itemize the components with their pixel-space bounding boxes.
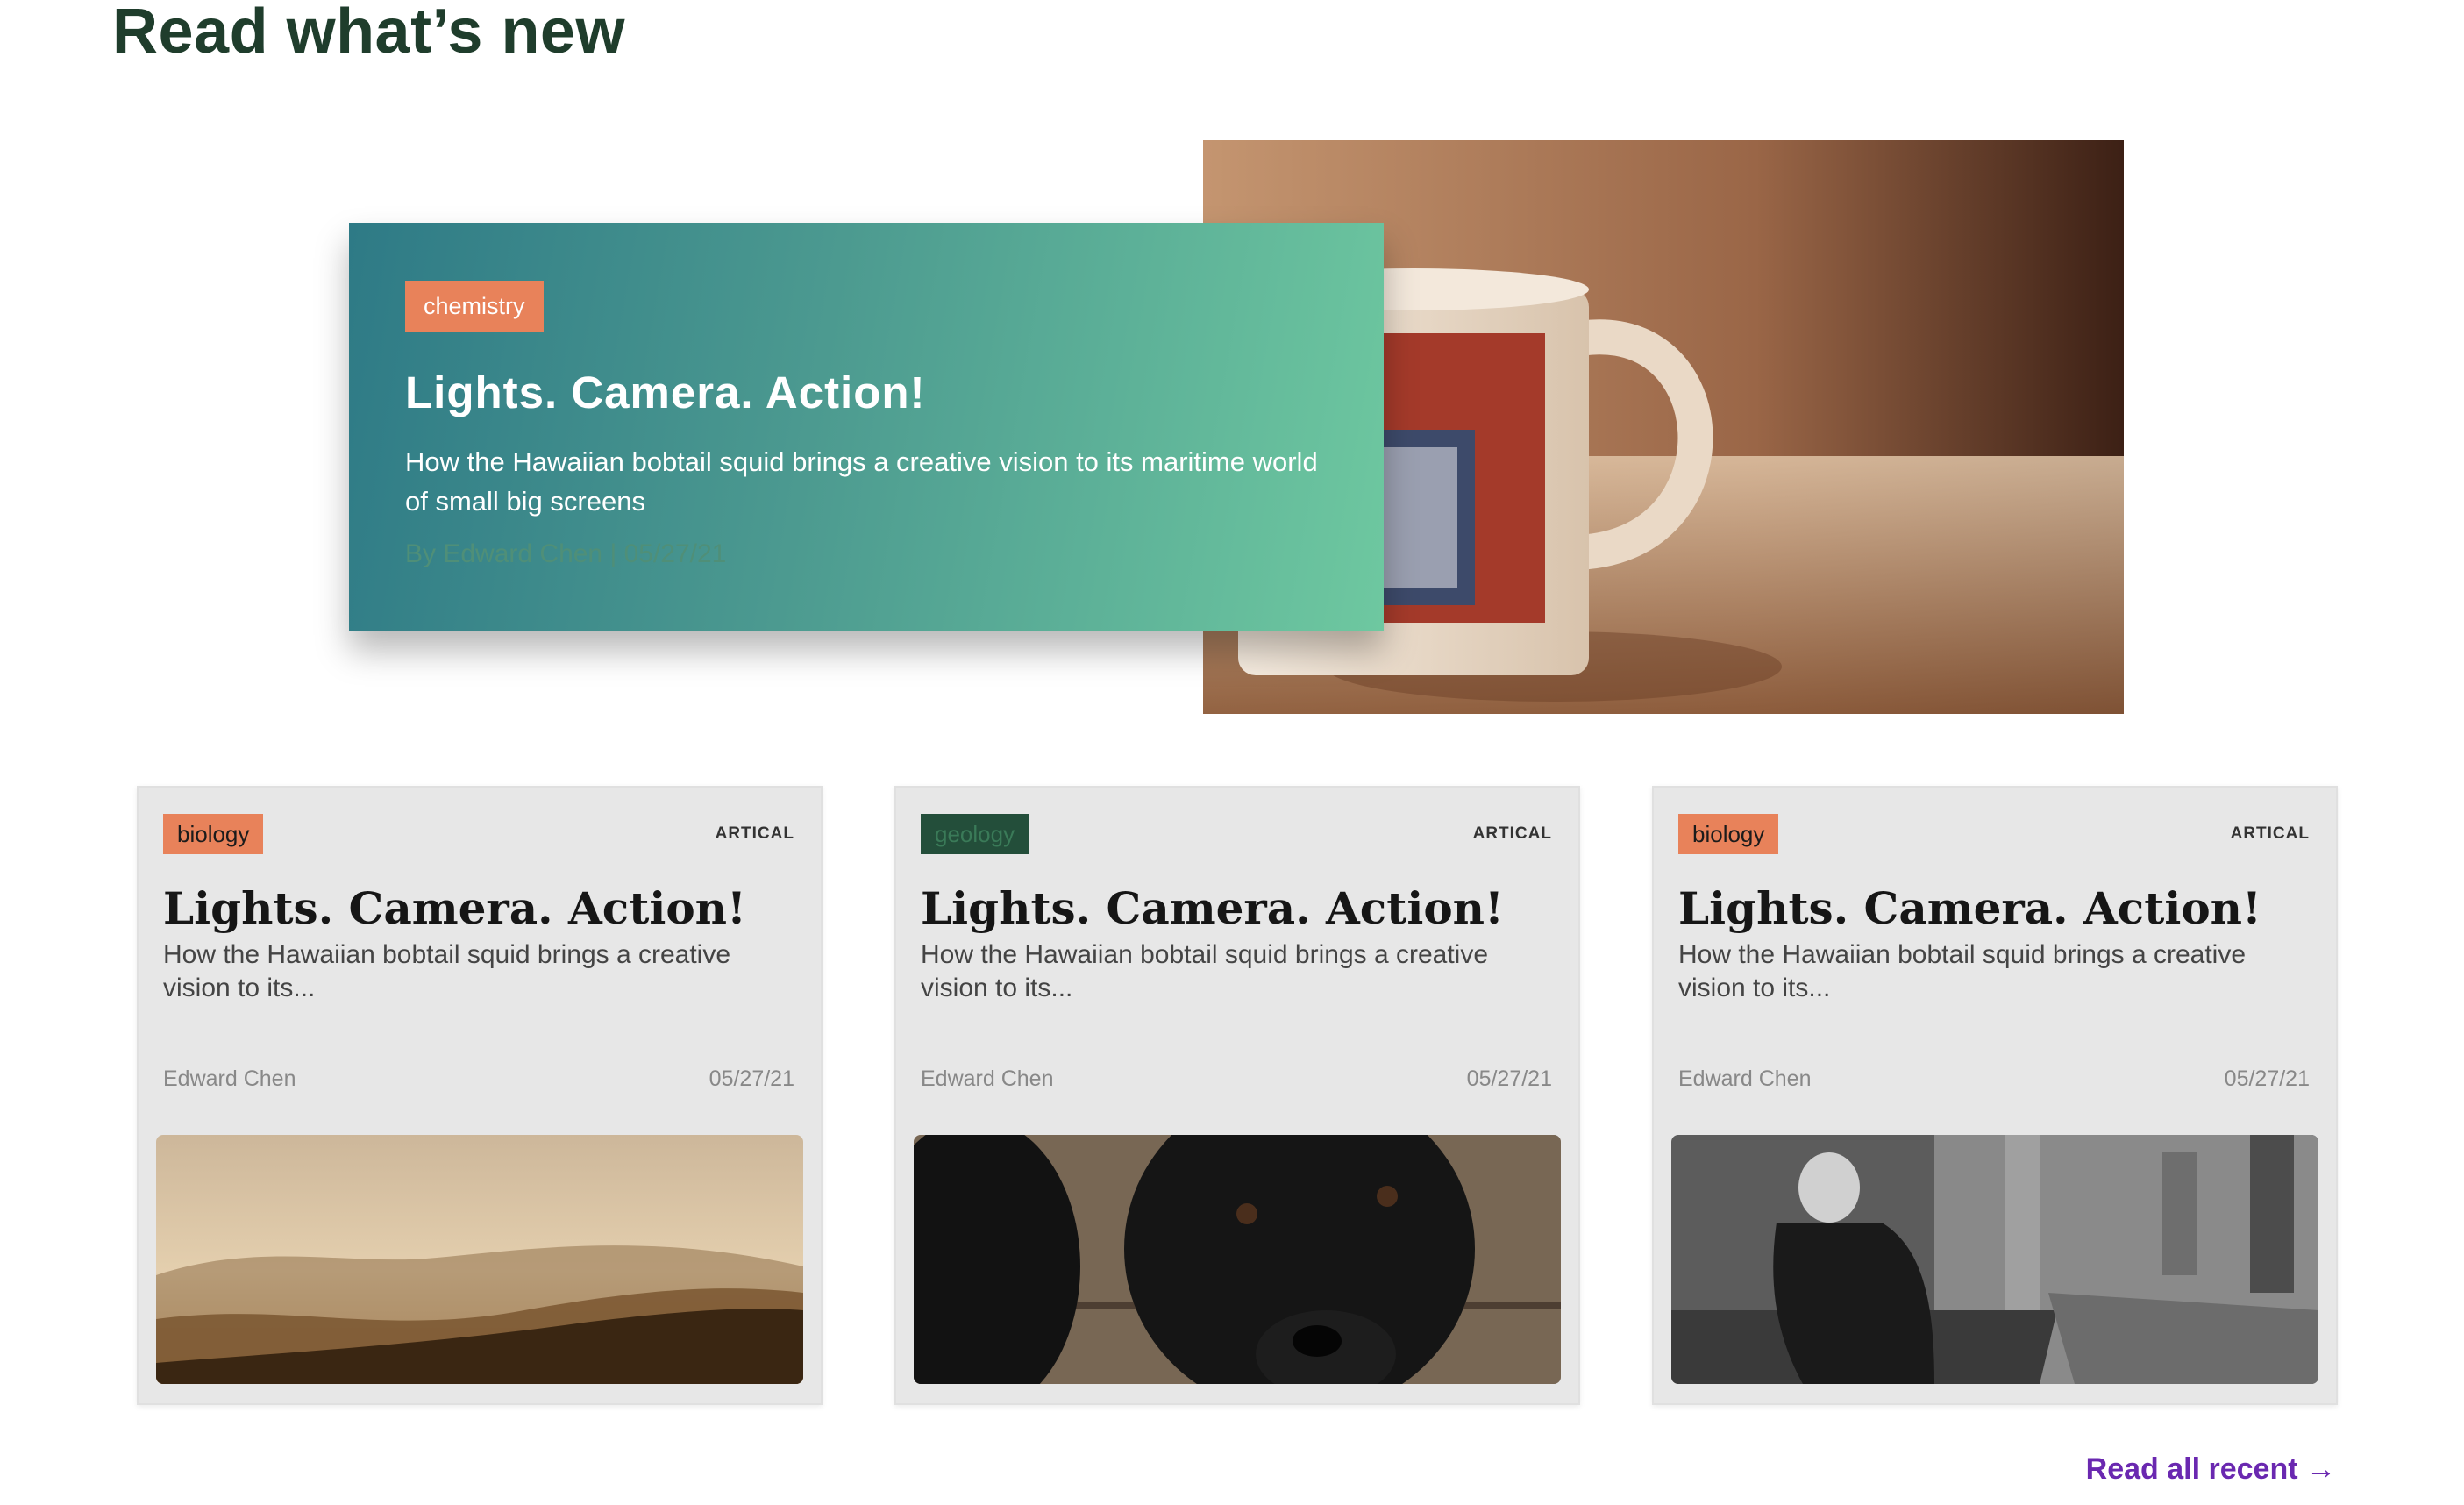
card-headline[interactable]: Lights. Camera. Action!	[163, 882, 746, 935]
card-type-label: ARTICAL	[715, 824, 794, 843]
card-excerpt: How the Hawaiian bobtail squid brings a …	[163, 940, 731, 1002]
church-interior-photo-icon	[1671, 1135, 2318, 1384]
misty-hills-photo-icon	[156, 1135, 803, 1384]
read-all-recent-link[interactable]: Read all recent →	[2086, 1452, 2336, 1487]
black-puppy-photo-icon	[914, 1135, 1561, 1384]
article-card[interactable]: geology ARTICAL Lights. Camera. Action! …	[894, 786, 1580, 1405]
card-date: 05/27/21	[2224, 1066, 2310, 1091]
card-date: 05/27/21	[709, 1066, 794, 1091]
card-author: Edward Chen	[163, 1066, 296, 1091]
card-excerpt: How the Hawaiian bobtail squid brings a …	[1678, 940, 2247, 1002]
card-category-tag[interactable]: biology	[163, 814, 264, 854]
card-date: 05/27/21	[1466, 1066, 1552, 1091]
card-category-tag[interactable]: biology	[1678, 814, 1779, 854]
card-headline[interactable]: Lights. Camera. Action!	[921, 882, 1504, 935]
card-image[interactable]	[1671, 1135, 2318, 1384]
featured-byline: By Edward Chen | 05/27/21	[405, 539, 727, 568]
featured-article-card[interactable]: chemistry Lights. Camera. Action! How th…	[349, 223, 1384, 631]
featured-description: How the Hawaiian bobtail squid brings a …	[405, 446, 1318, 517]
card-type-label: ARTICAL	[2230, 824, 2310, 843]
article-card[interactable]: biology ARTICAL Lights. Camera. Action! …	[137, 786, 823, 1405]
card-image[interactable]	[156, 1135, 803, 1384]
card-type-label: ARTICAL	[1472, 824, 1552, 843]
section-title: Read what’s new	[112, 0, 625, 67]
card-category-tag[interactable]: geology	[921, 814, 1029, 854]
card-headline[interactable]: Lights. Camera. Action!	[1678, 882, 2261, 935]
page: Read what’s new chemistry Lights. Camera…	[0, 0, 2464, 1505]
featured-category-tag[interactable]: chemistry	[405, 281, 544, 332]
card-author: Edward Chen	[1678, 1066, 1812, 1091]
card-author: Edward Chen	[921, 1066, 1054, 1091]
article-card[interactable]: biology ARTICAL Lights. Camera. Action! …	[1652, 786, 2338, 1405]
card-image[interactable]	[914, 1135, 1561, 1384]
card-excerpt: How the Hawaiian bobtail squid brings a …	[921, 940, 1489, 1002]
featured-headline[interactable]: Lights. Camera. Action!	[405, 367, 1328, 419]
